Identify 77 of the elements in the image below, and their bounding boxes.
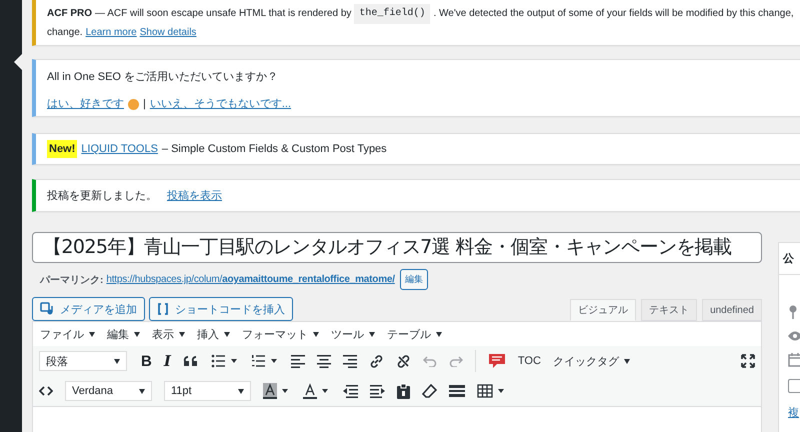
calendar-icon bbox=[788, 353, 800, 367]
toc-button[interactable]: TOC bbox=[518, 355, 541, 367]
menu-item[interactable]: 表示 bbox=[147, 326, 190, 342]
menu-item[interactable]: ファイル bbox=[35, 326, 100, 342]
new-badge: New! bbox=[47, 140, 78, 158]
edit-button[interactable]: 編集 bbox=[400, 269, 428, 290]
permalink-label: パーマリンク: bbox=[40, 274, 104, 286]
caret-icon bbox=[369, 332, 375, 338]
font-size-select[interactable]: 11pt bbox=[164, 381, 251, 401]
notice-title: ACF PRO bbox=[47, 7, 92, 21]
plugin-link[interactable]: LIQUID TOOLS bbox=[81, 140, 158, 158]
caret-icon bbox=[89, 332, 95, 338]
notice-text: All in One SEO をご活用いただいていますか？ bbox=[47, 70, 278, 85]
permalink-link[interactable]: https://hubspaces.jp/colum/aoyamaittoume_rentaloffice_matome/ bbox=[106, 274, 395, 285]
bullet-list-icon[interactable] bbox=[210, 354, 239, 368]
editor-tab[interactable]: ビジュアル bbox=[570, 299, 636, 321]
editor-tab[interactable]: undefined bbox=[702, 299, 762, 321]
quicktag-button[interactable]: クイックタグ bbox=[552, 354, 630, 368]
code-icon[interactable] bbox=[39, 385, 53, 397]
yes-link[interactable]: はい、好きです bbox=[47, 95, 124, 113]
clipboard-icon[interactable] bbox=[397, 384, 410, 398]
code-snippet: the_field() bbox=[354, 4, 430, 24]
caret-icon bbox=[238, 388, 244, 394]
view-post-link[interactable]: 投稿を表示 bbox=[167, 187, 222, 205]
menu-item[interactable]: 挿入 bbox=[192, 326, 235, 342]
editor-tab[interactable]: テキスト bbox=[641, 299, 698, 321]
notice-link[interactable]: Learn more bbox=[86, 24, 137, 42]
notice-text: 投稿を更新しました。 bbox=[47, 188, 157, 204]
fullscreen-icon[interactable] bbox=[741, 354, 755, 368]
menu-item[interactable]: ツール bbox=[326, 326, 380, 342]
caret-icon bbox=[224, 332, 230, 338]
notice-text: . We've detected the output of some of your fields will be modified by this change, bbox=[433, 7, 794, 21]
unlink-icon[interactable] bbox=[396, 354, 411, 368]
notice-text: change. bbox=[47, 26, 83, 40]
align-center-icon[interactable] bbox=[316, 354, 331, 368]
align-right-icon[interactable] bbox=[342, 354, 357, 368]
brackets-icon bbox=[157, 302, 169, 316]
caret-icon bbox=[624, 359, 630, 364]
panel-title: 公 bbox=[783, 253, 794, 265]
notice-text: — ACF will soon escape unsafe HTML that is rendered by bbox=[95, 7, 352, 21]
background-color-icon[interactable] bbox=[263, 383, 291, 399]
italic-icon[interactable]: I bbox=[164, 352, 171, 370]
eraser-icon[interactable] bbox=[422, 384, 437, 398]
caret-icon bbox=[114, 358, 120, 364]
menu-pointer-icon bbox=[14, 54, 22, 70]
menu-item[interactable]: テーブル bbox=[382, 326, 447, 342]
separator-text: | bbox=[143, 97, 146, 112]
caret-icon bbox=[313, 332, 319, 338]
font-select[interactable]: Verdana bbox=[65, 381, 152, 401]
pin-icon bbox=[788, 305, 798, 319]
read-more-icon[interactable] bbox=[449, 385, 465, 397]
align-left-icon[interactable] bbox=[290, 354, 305, 368]
menu-item[interactable]: フォーマット bbox=[237, 326, 324, 342]
caret-icon bbox=[436, 332, 442, 338]
caret-icon bbox=[134, 332, 140, 338]
bold-icon[interactable]: B bbox=[141, 352, 152, 370]
panel-link[interactable]: 複 bbox=[788, 405, 799, 420]
notice-link[interactable]: Show details bbox=[140, 24, 196, 42]
insert-shortcode-button[interactable]: ショートコードを挿入 bbox=[149, 297, 293, 321]
quote-icon[interactable] bbox=[182, 355, 199, 367]
table-icon[interactable] bbox=[477, 384, 507, 398]
no-link[interactable]: いいえ、そうでもないです... bbox=[150, 95, 292, 113]
checkbox[interactable] bbox=[788, 379, 800, 393]
media-icon bbox=[40, 302, 54, 316]
caret-icon bbox=[139, 388, 145, 394]
add-media-button[interactable]: メディアを追加 bbox=[32, 297, 145, 321]
outdent-icon[interactable] bbox=[343, 384, 358, 398]
format-select[interactable]: 段落 bbox=[39, 351, 127, 371]
post-title-field[interactable]: 【2025年】青山一丁目駅のレンタルオフィス7選 料金・個室・キャンペーンを掲載 bbox=[32, 232, 762, 263]
text-color-icon[interactable] bbox=[303, 383, 331, 399]
speech-bubble-icon[interactable] bbox=[488, 352, 506, 370]
caret-icon bbox=[179, 332, 185, 338]
menu-item[interactable]: 編集 bbox=[102, 326, 145, 342]
numbered-list-icon[interactable] bbox=[250, 354, 279, 368]
indent-icon[interactable] bbox=[370, 384, 385, 398]
notice-text: – Simple Custom Fields & Custom Post Types bbox=[162, 142, 387, 157]
link-icon[interactable] bbox=[368, 354, 384, 368]
